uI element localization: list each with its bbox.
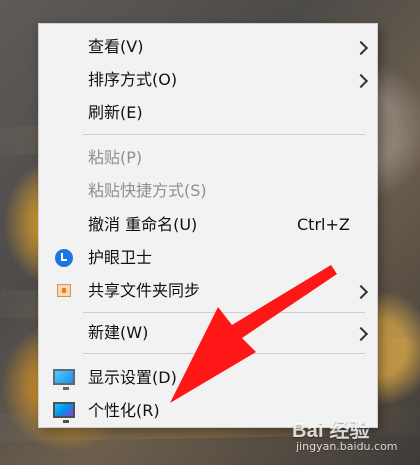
- menu-item-shared-folder-sync[interactable]: 共享文件夹同步: [39, 274, 377, 308]
- menu-item-label: 刷新(E): [88, 103, 143, 122]
- menu-item-label: 共享文件夹同步: [88, 281, 201, 300]
- menu-separator: [83, 353, 365, 354]
- menu-item-new[interactable]: 新建(W): [39, 316, 377, 350]
- watermark-logo: Bai 经验: [292, 420, 370, 442]
- menu-item-refresh[interactable]: 刷新(E): [39, 96, 377, 130]
- menu-item-eye-guard[interactable]: 护眼卫士: [39, 241, 377, 275]
- menu-item-label: 查看(V): [88, 37, 144, 56]
- personalize-icon: [53, 402, 75, 423]
- menu-item-label: 显示设置(D): [88, 368, 177, 387]
- menu-item-paste[interactable]: 粘贴(P): [39, 141, 377, 175]
- menu-item-label: 粘贴快捷方式(S): [88, 181, 207, 200]
- menu-item-sort-by[interactable]: 排序方式(O): [39, 63, 377, 97]
- menu-shortcut: Ctrl+Z: [297, 215, 350, 234]
- watermark-subtitle: jingyan.baidu.com: [296, 440, 398, 453]
- share-sync-icon: [57, 284, 71, 297]
- menu-item-label: 个性化(R): [88, 401, 160, 420]
- menu-item-view[interactable]: 查看(V): [39, 30, 377, 64]
- chevron-right-icon: [353, 326, 369, 342]
- menu-item-label: 护眼卫士: [88, 248, 153, 267]
- eye-guard-icon: [55, 249, 73, 267]
- menu-item-label: 粘贴(P): [88, 148, 143, 167]
- menu-item-label: 排序方式(O): [88, 70, 178, 89]
- menu-item-display-settings[interactable]: 显示设置(D): [39, 361, 377, 395]
- chevron-right-icon: [353, 40, 369, 56]
- display-icon: [53, 369, 75, 390]
- menu-item-undo-rename[interactable]: 撤消 重命名(U) Ctrl+Z: [39, 208, 377, 242]
- menu-item-label: 撤消 重命名(U): [88, 215, 198, 234]
- context-menu: 查看(V) 排序方式(O) 刷新(E) 粘贴(P) 粘贴快捷方式(S) 撤消 重…: [38, 23, 378, 428]
- menu-separator: [83, 312, 365, 313]
- menu-separator: [83, 134, 365, 135]
- menu-item-label: 新建(W): [88, 323, 149, 342]
- baidu-jingyan-watermark: Bai 经验 jingyan.baidu.com: [292, 411, 416, 463]
- menu-item-paste-shortcut[interactable]: 粘贴快捷方式(S): [39, 174, 377, 208]
- chevron-right-icon: [353, 73, 369, 89]
- chevron-right-icon: [353, 284, 369, 300]
